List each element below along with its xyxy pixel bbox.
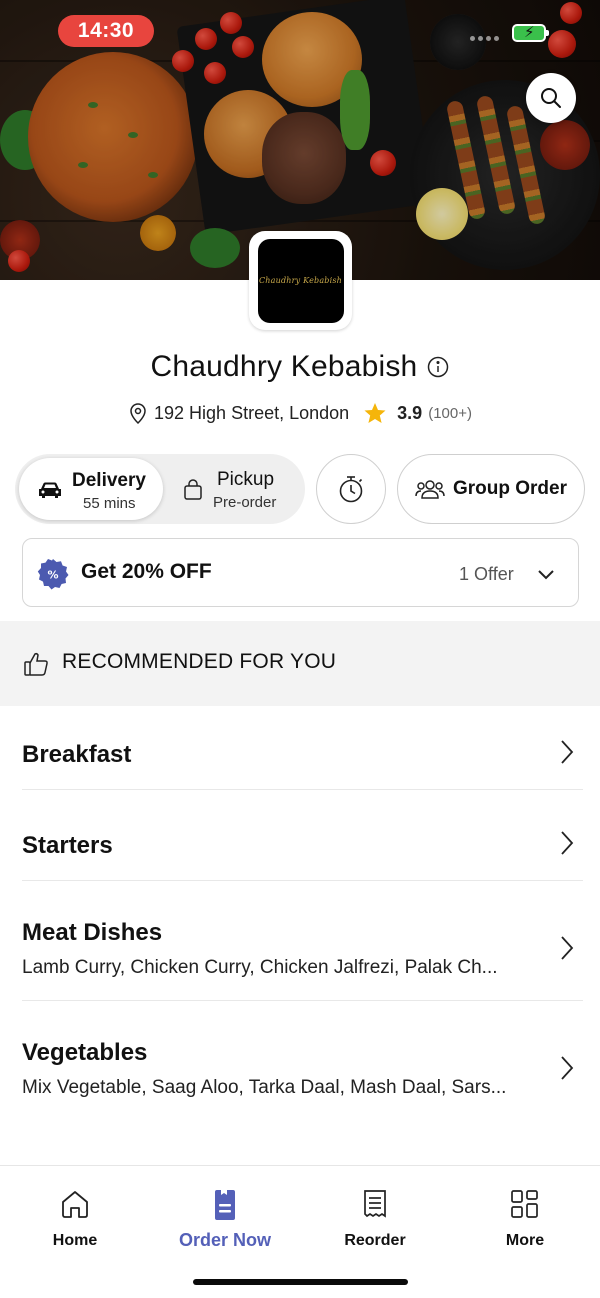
chevron-right-icon [561, 1056, 574, 1080]
nav-home[interactable]: Home [0, 1166, 150, 1266]
rating-value: 3.9 [397, 402, 423, 423]
chevron-right-icon [561, 740, 574, 764]
group-users-icon [415, 480, 445, 499]
group-order-label: Group Order [452, 478, 567, 499]
nav-reorder[interactable]: Reorder [300, 1166, 450, 1266]
pickup-sub: Pre-order [213, 494, 277, 511]
group-order-button[interactable]: Group Order [397, 454, 585, 524]
address-rating-row: 192 High Street, London 3.9 (100+) [0, 402, 600, 424]
pickup-option[interactable]: Pickup Pre-order [163, 454, 305, 524]
schedule-button[interactable] [316, 454, 386, 524]
discount-badge-icon: % [37, 559, 69, 590]
search-button[interactable] [526, 73, 576, 123]
car-icon [39, 482, 61, 498]
stopwatch-icon [339, 476, 363, 503]
recommended-label: RECOMMENDED FOR YOU [62, 650, 337, 673]
thumbs-up-icon [24, 652, 48, 676]
restaurant-title-row: Chaudhry Kebabish [0, 350, 600, 384]
delivery-option[interactable]: Delivery 55 mins [19, 458, 163, 520]
category-title: Meat Dishes [22, 919, 163, 946]
grid-icon [511, 1190, 538, 1218]
category-title: Breakfast [22, 741, 132, 768]
delivery-time: 55 mins [83, 495, 136, 512]
nav-more[interactable]: More [450, 1166, 600, 1266]
chevron-right-icon [561, 936, 574, 960]
offer-bar[interactable]: % Get 20% OFF 1 Offer [22, 538, 579, 607]
svg-text:%: % [47, 569, 58, 582]
pickup-label: Pickup [217, 469, 275, 490]
logo-text: Chaudhry Kebabish [258, 276, 343, 285]
category-row-breakfast[interactable]: Breakfast [0, 706, 600, 790]
delivery-label: Delivery [72, 470, 146, 491]
order-mode-switch: Delivery 55 mins Pickup Pre-order [15, 454, 305, 524]
nav-label: Home [52, 1232, 98, 1249]
receipt-icon [364, 1190, 386, 1218]
nav-order-now[interactable]: Order Now [150, 1166, 300, 1266]
search-icon [541, 88, 561, 108]
category-title: Starters [22, 832, 113, 859]
home-indicator [193, 1279, 408, 1285]
category-title: Vegetables [22, 1039, 148, 1066]
star-icon [364, 403, 386, 423]
rating-count: (100+) [428, 404, 472, 422]
category-description: Lamb Curry, Chicken Curry, Chicken Jalfr… [22, 957, 498, 978]
category-description: Mix Vegetable, Saag Aloo, Tarka Daal, Ma… [22, 1077, 507, 1098]
restaurant-name: Chaudhry Kebabish [150, 350, 418, 383]
info-icon[interactable] [427, 356, 449, 378]
home-icon [62, 1191, 88, 1218]
nav-label: Reorder [344, 1232, 406, 1249]
restaurant-logo: Chaudhry Kebabish [249, 231, 352, 330]
restaurant-address: 192 High Street, London [154, 402, 350, 423]
chevron-down-icon [538, 570, 554, 580]
category-row-starters[interactable]: Starters [0, 790, 600, 880]
location-pin-icon [130, 403, 146, 424]
shopping-bag-icon [184, 479, 202, 500]
recommended-header: RECOMMENDED FOR YOU [0, 621, 600, 706]
category-row-vegetables[interactable]: Vegetables Mix Vegetable, Saag Aloo, Tar… [0, 1001, 600, 1121]
offer-title: Get 20% OFF [81, 560, 212, 583]
chevron-right-icon [561, 831, 574, 855]
battery-charging-icon: ⚡ [512, 24, 549, 42]
order-now-icon [215, 1190, 235, 1220]
category-row-meat-dishes[interactable]: Meat Dishes Lamb Curry, Chicken Curry, C… [0, 881, 600, 1001]
nav-label: Order Now [178, 1230, 271, 1250]
nav-label: More [505, 1232, 545, 1249]
status-time: 14:30 [58, 15, 154, 47]
signal-dots-icon [470, 28, 502, 46]
offer-count: 1 Offer [459, 564, 514, 584]
